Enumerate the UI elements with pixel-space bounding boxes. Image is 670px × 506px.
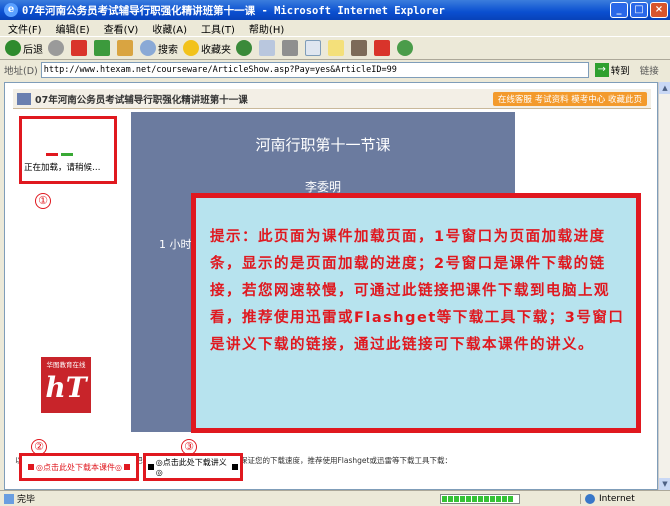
history-icon xyxy=(236,40,252,56)
menu-view[interactable]: 查看(V) xyxy=(104,21,139,36)
status-text: 完毕 xyxy=(4,492,440,505)
window-title: 07年河南公务员考试辅导行职强化精讲班第十一课 - Microsoft Inte… xyxy=(22,4,445,17)
square-icon xyxy=(123,464,130,470)
zone-label: Internet xyxy=(599,493,635,504)
square-icon xyxy=(28,464,35,470)
menu-edit[interactable]: 编辑(E) xyxy=(56,21,90,36)
refresh-button[interactable] xyxy=(94,38,112,58)
search-button[interactable]: 搜索 xyxy=(140,38,178,58)
title-bar: e 07年河南公务员考试辅导行职强化精讲班第十一课 - Microsoft In… xyxy=(0,0,670,20)
close-button[interactable]: × xyxy=(650,2,668,18)
notice-text: 提示：此页面为课件加载页面，1号窗口为页面加载进度条，显示的是页面加载的进度；2… xyxy=(210,229,625,353)
url-text: http://www.htexam.net/courseware/Article… xyxy=(43,65,397,75)
back-button[interactable]: 后退 xyxy=(5,38,43,58)
links-label[interactable]: 链接 xyxy=(640,63,659,77)
loading-progress-icon xyxy=(46,141,76,156)
loading-window: 正在加载，请稍候… xyxy=(19,116,117,184)
flashget-icon xyxy=(374,40,390,56)
vertical-scrollbar[interactable]: ▲ ▼ xyxy=(658,82,670,490)
page-title: 07年河南公务员考试辅导行职强化精讲班第十一课 xyxy=(35,94,248,106)
favorites-button[interactable]: 收藏夹 xyxy=(183,38,231,58)
scroll-down-icon[interactable]: ▼ xyxy=(659,478,670,490)
logo-top-text: 华图教育在线 xyxy=(46,361,86,369)
menu-file[interactable]: 文件(F) xyxy=(8,21,42,36)
square-icon xyxy=(232,464,238,470)
research-icon xyxy=(351,40,367,56)
load-progress-bar xyxy=(440,493,520,504)
address-bar: 地址(D) http://www.htexam.net/courseware/A… xyxy=(0,61,670,79)
zone-indicator: Internet xyxy=(580,493,670,504)
download-handout-link[interactable]: ◎点击此处下载讲义◎ xyxy=(156,457,231,477)
address-input[interactable]: http://www.htexam.net/courseware/Article… xyxy=(40,62,589,78)
square-icon xyxy=(148,464,154,470)
menu-help[interactable]: 帮助(H) xyxy=(249,21,284,36)
mail-icon xyxy=(259,40,275,56)
maximize-button[interactable]: □ xyxy=(630,2,648,18)
print-button[interactable] xyxy=(282,38,300,58)
discuss-button[interactable] xyxy=(328,38,346,58)
page-header: 07年河南公务员考试辅导行职强化精讲班第十一课 在线客服 考试资料 模考中心 收… xyxy=(13,89,651,109)
logo-mark: hT xyxy=(45,371,87,404)
home-button[interactable] xyxy=(117,38,135,58)
messenger-button[interactable] xyxy=(397,38,415,58)
back-label: 后退 xyxy=(23,44,43,56)
print-icon xyxy=(282,40,298,56)
go-arrow-icon: → xyxy=(594,63,609,77)
go-button[interactable]: → 转到 xyxy=(594,63,630,77)
page-icon xyxy=(4,493,14,504)
forward-button[interactable] xyxy=(48,38,66,58)
top-links[interactable]: 在线客服 考试资料 模考中心 收藏此页 xyxy=(492,91,647,106)
marker-1: ① xyxy=(35,193,51,209)
go-label: 转到 xyxy=(610,66,630,77)
address-label: 地址(D) xyxy=(4,66,38,77)
star-icon xyxy=(183,40,199,56)
status-done: 完毕 xyxy=(17,495,36,505)
forward-arrow-icon xyxy=(48,40,64,56)
search-label: 搜索 xyxy=(158,44,178,56)
menu-tools[interactable]: 工具(T) xyxy=(201,21,235,36)
minimize-button[interactable]: _ xyxy=(610,2,628,18)
slide-line: 1 小时 xyxy=(159,238,192,251)
notice-box: 提示：此页面为课件加载页面，1号窗口为页面加载进度条，显示的是页面加载的进度；2… xyxy=(191,193,641,433)
messenger-icon xyxy=(397,40,413,56)
stop-icon xyxy=(71,40,87,56)
loading-text: 正在加载，请稍候… xyxy=(24,163,101,173)
history-button[interactable] xyxy=(236,38,254,58)
menu-favorites[interactable]: 收藏(A) xyxy=(152,21,187,36)
huatu-logo: 华图教育在线 hT xyxy=(41,357,91,413)
mail-button[interactable] xyxy=(259,38,277,58)
discuss-icon xyxy=(328,40,344,56)
edit-button[interactable] xyxy=(305,38,323,58)
slide-heading: 河南行职第十一节课 xyxy=(255,136,391,154)
stop-button[interactable] xyxy=(71,38,89,58)
download-courseware-link[interactable]: ◎点击此处下载本课件◎ xyxy=(36,462,122,473)
status-bar: 完毕 Internet xyxy=(0,490,670,506)
scroll-up-icon[interactable]: ▲ xyxy=(659,82,670,94)
edit-icon xyxy=(305,40,321,56)
ie-icon: e xyxy=(4,3,18,17)
home-icon xyxy=(17,92,31,105)
flashget-button[interactable] xyxy=(374,38,392,58)
refresh-icon xyxy=(94,40,110,56)
toolbar: 后退 搜索 收藏夹 xyxy=(0,36,670,60)
download-courseware-box: ◎点击此处下载本课件◎ xyxy=(19,453,139,481)
globe-icon xyxy=(585,493,595,504)
favorites-label: 收藏夹 xyxy=(201,44,231,56)
back-arrow-icon xyxy=(5,40,21,56)
search-icon xyxy=(140,40,156,56)
load-progress-fill xyxy=(442,495,515,502)
home-icon xyxy=(117,40,133,56)
download-handout-box: ◎点击此处下载讲义◎ xyxy=(143,453,243,481)
page-content: 07年河南公务员考试辅导行职强化精讲班第十一课 在线客服 考试资料 模考中心 收… xyxy=(4,82,658,490)
menu-bar: 文件(F) 编辑(E) 查看(V) 收藏(A) 工具(T) 帮助(H) xyxy=(0,20,670,36)
research-button[interactable] xyxy=(351,38,369,58)
